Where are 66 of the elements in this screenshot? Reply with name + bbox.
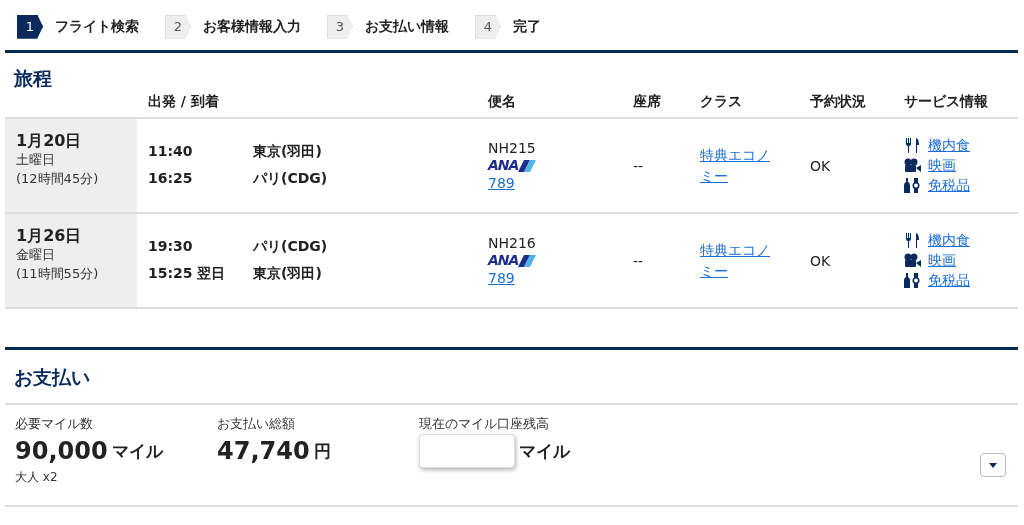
miles-unit: マイル <box>111 439 163 463</box>
bottle-watch-icon <box>904 178 921 193</box>
service-link[interactable]: 免税品 <box>928 271 970 290</box>
flight-number: NH216 <box>488 233 537 253</box>
column-header: サービス情報 <box>904 93 989 111</box>
column-header: 出発 / 到着 <box>147 93 220 111</box>
class-link[interactable]: 特典エコノミー <box>700 144 780 187</box>
flight-time: 19:30 <box>148 238 194 256</box>
aircraft-link[interactable]: 789 <box>488 173 633 193</box>
total-amount: 47,740 <box>217 437 310 465</box>
airline-logo: ANA <box>488 252 633 269</box>
booking-status: OK <box>810 252 831 269</box>
weekday: 金曜日 <box>16 246 56 264</box>
aircraft-link[interactable]: 789 <box>488 268 633 288</box>
column-header: 便名 <box>488 93 517 111</box>
dropdown-button[interactable] <box>980 453 1006 477</box>
service-link[interactable]: 免税品 <box>928 176 970 195</box>
airport-name: 東京(羽田) <box>253 143 322 161</box>
step-label: 完了 <box>513 17 541 36</box>
column-header: 予約状況 <box>810 93 867 111</box>
movie-camera-icon <box>904 253 921 268</box>
booking-status: OK <box>810 157 831 174</box>
airport-name: パリ(CDG) <box>253 170 328 188</box>
class-link[interactable]: 特典エコノミー <box>700 239 780 282</box>
bottle-watch-icon <box>904 273 921 288</box>
flight-date: 1月26日 <box>16 226 83 245</box>
step-label: お客様情報入力 <box>203 17 301 36</box>
step-number: 3 <box>327 14 353 39</box>
passenger-count: 大人 x2 <box>15 469 59 486</box>
miles-unit: マイル <box>519 439 570 463</box>
flight-time: 11:40 <box>148 143 194 161</box>
yen-unit: 円 <box>313 439 331 463</box>
caret-icon <box>989 462 997 468</box>
column-header: 座席 <box>633 93 662 111</box>
miles-amount: 90,000 <box>15 437 108 465</box>
total-label: お支払い総額 <box>217 415 296 433</box>
step-number: 2 <box>165 14 191 39</box>
flight-number: NH215 <box>488 138 537 158</box>
flight-time: 16:25 <box>148 170 194 188</box>
service-link[interactable]: 機内食 <box>928 231 970 250</box>
balance-label: 現在のマイル口座残高 <box>419 415 550 433</box>
airport-name: パリ(CDG) <box>253 238 328 256</box>
movie-camera-icon <box>904 158 921 173</box>
airline-logo: ANA <box>488 157 633 174</box>
step-label: フライト検索 <box>55 17 139 36</box>
cutlery-icon <box>904 138 921 153</box>
section-title: 旅程 <box>13 66 53 87</box>
airport-name: 東京(羽田) <box>253 265 322 283</box>
step-number: 4 <box>475 14 501 39</box>
section-title: お支払い <box>5 350 1018 405</box>
service-link[interactable]: 機内食 <box>928 136 970 155</box>
flight-duration: (11時間55分) <box>16 265 100 283</box>
service-link[interactable]: 映画 <box>928 156 956 175</box>
step-number: 1 <box>17 14 43 39</box>
balance-input[interactable] <box>419 434 515 468</box>
step-label: お支払い情報 <box>365 17 449 36</box>
cutlery-icon <box>904 233 921 248</box>
flight-time: 15:25 翌日 <box>148 265 227 283</box>
column-header: クラス <box>700 93 743 111</box>
flight-date: 1月20日 <box>16 131 83 150</box>
flight-duration: (12時間45分) <box>16 170 100 188</box>
service-link[interactable]: 映画 <box>928 251 956 270</box>
seat-value: -- <box>633 157 644 174</box>
weekday: 土曜日 <box>16 151 56 169</box>
miles-label: 必要マイル数 <box>15 415 94 433</box>
seat-value: -- <box>633 252 644 269</box>
